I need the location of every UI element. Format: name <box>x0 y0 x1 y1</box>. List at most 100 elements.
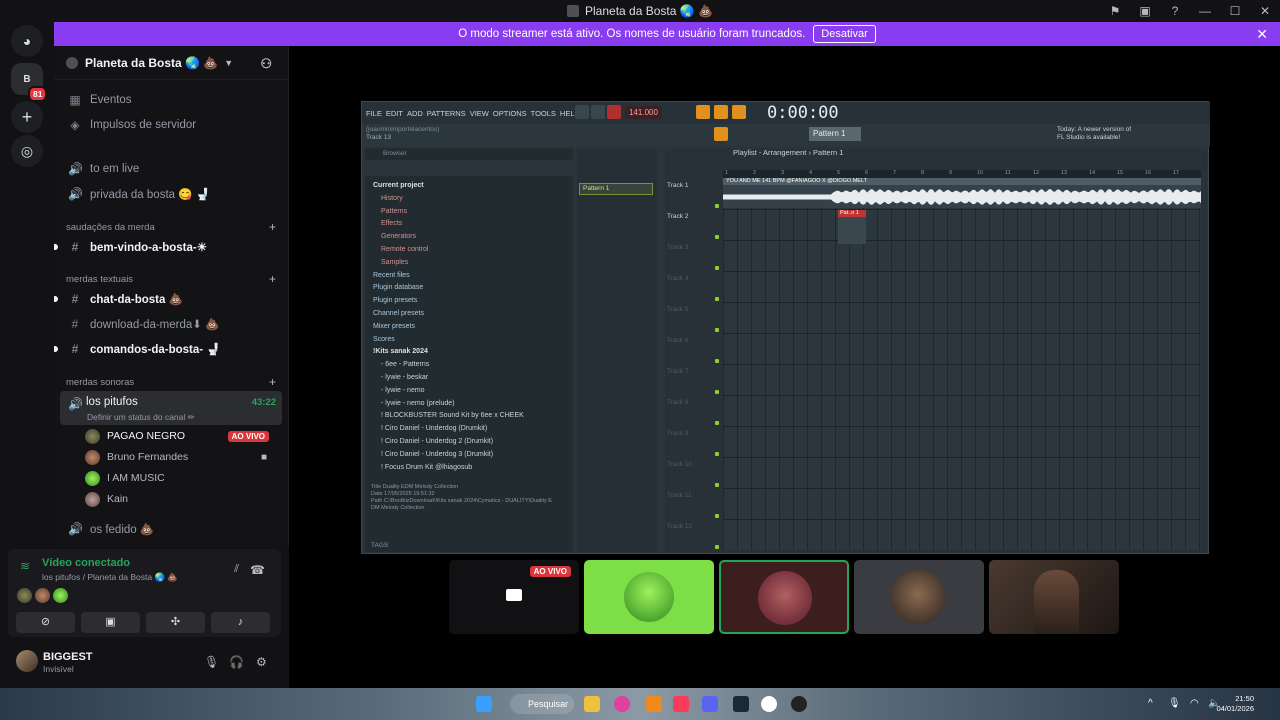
fl-menu-options[interactable]: OPTIONS <box>493 109 527 118</box>
browser-item[interactable]: - lywie - nemo (prelude) <box>381 398 455 410</box>
track-label[interactable]: Track 3 <box>665 244 717 251</box>
track-mute-indicator[interactable] <box>715 483 719 487</box>
start-icon[interactable] <box>476 696 492 712</box>
pattern-clip[interactable]: Pat..n 1 <box>838 210 866 244</box>
server-header[interactable]: Planeta da Bosta 🌏 💩 ▼ ⚇ <box>54 46 288 80</box>
track-mute-indicator[interactable] <box>715 328 719 332</box>
track-label[interactable]: Track 8 <box>665 399 717 406</box>
voice-user[interactable]: PAGAO NEGRO AO VIVO <box>85 426 275 446</box>
browser-item[interactable]: Remote control <box>381 244 428 256</box>
participant-tile-speaking[interactable] <box>719 560 849 634</box>
pattern-selector[interactable]: Pattern 1 <box>809 127 861 141</box>
disable-streamer-button[interactable]: Desativar <box>813 25 876 43</box>
boosts-item[interactable]: ◈ Impulsos de servidor <box>62 113 282 137</box>
app-icon[interactable] <box>791 696 807 712</box>
category-header[interactable]: merdas sonoras + <box>66 375 276 389</box>
category-header[interactable]: merdas textuais + <box>66 272 276 286</box>
browser-item[interactable]: Mixer presets <box>373 321 415 333</box>
text-channel-item[interactable]: # chat-da-bosta 💩 <box>54 287 282 311</box>
close-icon[interactable]: ✕ <box>1256 26 1268 43</box>
track-mute-indicator[interactable] <box>715 452 719 456</box>
add-channel-icon[interactable]: + <box>269 272 276 286</box>
browser-item[interactable]: ! Focus Drum Kit @lhiagosub <box>381 462 472 474</box>
record-button[interactable] <box>607 105 621 119</box>
fl-studio-window[interactable]: FILE EDIT ADD PATTERNS VIEW OPTIONS TOOL… <box>361 101 1210 554</box>
browser-item[interactable]: ! Ciro Daniel - Underdog 3 (Drumkit) <box>381 449 493 461</box>
browser-item[interactable]: - lywie - beskar <box>381 372 428 384</box>
soundboard-button[interactable]: ♪ <box>211 612 270 633</box>
wait-input-button[interactable] <box>714 105 728 119</box>
discord-icon[interactable] <box>702 696 718 712</box>
participant-tile[interactable] <box>584 560 714 634</box>
voice-connected-subtitle[interactable]: los pitufos / Planeta da Bosta 🌏 💩 <box>42 572 178 583</box>
track-label[interactable]: Track 9 <box>665 430 717 437</box>
activities-button[interactable]: ✣ <box>146 612 205 633</box>
fl-menu-patterns[interactable]: PATTERNS <box>427 109 466 118</box>
track-label[interactable]: Track 7 <box>665 368 717 375</box>
inbox-icon[interactable]: ⚑ <box>1100 4 1130 18</box>
track-mute-indicator[interactable] <box>715 266 719 270</box>
camera-off-button[interactable]: ⊘ <box>16 612 75 633</box>
track-label[interactable]: Track 4 <box>665 275 717 282</box>
active-voice-channel[interactable]: 🔊 los pitufos 43:22 Definir um status do… <box>60 391 282 425</box>
participant-tile[interactable] <box>854 560 984 634</box>
events-item[interactable]: ▦ Eventos <box>62 88 282 112</box>
fl-studio-icon[interactable] <box>646 696 662 712</box>
add-server-icon[interactable]: + <box>11 101 43 133</box>
microphone-icon[interactable]: 🎙 <box>204 655 219 669</box>
browser-item[interactable]: ! Ciro Daniel - Underdog 2 (Drumkit) <box>381 436 493 448</box>
track-label[interactable]: Track 11 <box>665 492 717 499</box>
text-channel-item[interactable]: # bem-vindo-a-bosta-☀ <box>54 235 282 259</box>
browser-item[interactable]: ! Ciro Daniel - Underdog (Drumkit) <box>381 423 487 435</box>
close-button[interactable]: ✕ <box>1250 4 1280 18</box>
browser-item[interactable]: !Kits sanak 2024 <box>373 346 428 358</box>
taskbar-search[interactable]: Pesquisar <box>510 694 574 714</box>
voice-user[interactable]: I AM MUSIC <box>85 468 275 488</box>
minimize-button[interactable]: — <box>1190 4 1220 18</box>
stop-button[interactable] <box>591 105 605 119</box>
voice-connected-title[interactable]: Vídeo conectado <box>42 557 130 569</box>
voice-channel-item[interactable]: 🔊 to em live <box>62 157 282 181</box>
text-channel-item[interactable]: # download-da-merda⬇ 💩 <box>62 312 282 336</box>
track-mute-indicator[interactable] <box>715 359 719 363</box>
fl-menu-view[interactable]: VIEW <box>470 109 489 118</box>
invite-icon[interactable]: ⚇ <box>260 56 272 72</box>
avatar[interactable] <box>16 650 38 672</box>
category-header[interactable]: saudações da merda + <box>66 220 276 234</box>
track-label[interactable]: Track 12 <box>665 523 717 530</box>
screen-share-button[interactable]: ▣ <box>81 612 140 633</box>
browser-item[interactable]: Plugin presets <box>373 295 417 307</box>
track-mute-indicator[interactable] <box>715 235 719 239</box>
snap-icon[interactable] <box>714 127 728 141</box>
audio-clip[interactable]: YOU AND ME 141 BPM @FANIAGOO X @DIOGO.ME… <box>723 178 1201 208</box>
browser-icon[interactable] <box>614 696 630 712</box>
stream-tile[interactable]: AO VIVO <box>449 560 579 634</box>
browser-item[interactable]: Recent files <box>373 270 410 282</box>
track-label[interactable]: Track 10 <box>665 461 717 468</box>
track-mute-indicator[interactable] <box>715 545 719 549</box>
music-icon[interactable] <box>673 696 689 712</box>
browser-item[interactable]: Samples <box>381 257 408 269</box>
timeline-ruler[interactable]: 1 2 3 4 5 6 7 8 9 10 11 12 13 14 15 16 17 <box>723 170 1201 178</box>
steam-icon[interactable] <box>733 696 749 712</box>
gear-icon[interactable]: ⚙ <box>256 655 267 669</box>
metronome-button[interactable] <box>696 105 710 119</box>
news-panel[interactable]: Today: A newer version of FL Studio is a… <box>1057 126 1131 142</box>
browser-item[interactable]: ! BLOCKBUSTER Sound Kit by 6ee x CHEEK <box>381 410 524 422</box>
track-mute-indicator[interactable] <box>715 514 719 518</box>
fl-menu-file[interactable]: FILE <box>366 109 382 118</box>
voice-channel-item[interactable]: 🔊 os fedido 💩 <box>62 517 282 541</box>
participant-camera-tile[interactable] <box>989 560 1119 634</box>
maximize-button[interactable]: ☐ <box>1220 4 1250 18</box>
track-label[interactable]: Track 1 <box>665 182 717 189</box>
wifi-icon[interactable]: ◠ <box>1190 698 1199 709</box>
browser-item[interactable]: History <box>381 193 403 205</box>
track-mute-indicator[interactable] <box>715 421 719 425</box>
browser-item[interactable]: Effects <box>381 218 402 230</box>
play-button[interactable] <box>575 105 589 119</box>
track-label[interactable]: Track 6 <box>665 337 717 344</box>
help-icon[interactable]: ? <box>1160 4 1190 18</box>
track-label[interactable]: Track 2 <box>665 213 717 220</box>
discord-home-icon[interactable]: ◕ <box>11 25 43 57</box>
browser-item[interactable]: Plugin database <box>373 282 423 294</box>
